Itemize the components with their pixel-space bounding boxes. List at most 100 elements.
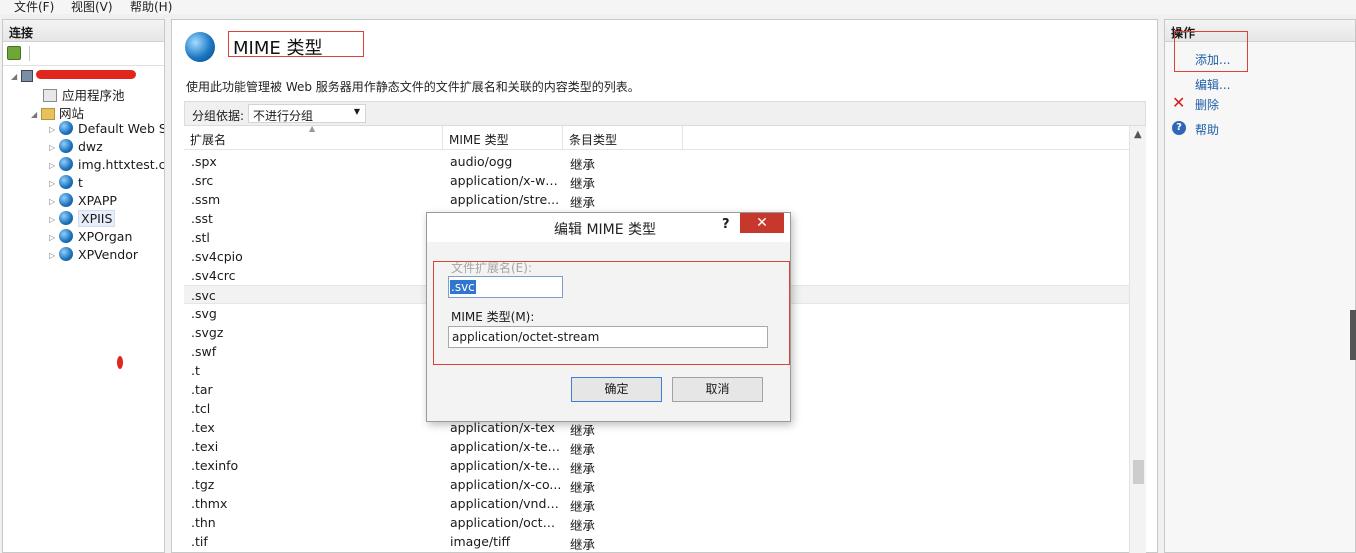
tree-item-site[interactable]: ▷ dwz: [49, 139, 103, 157]
group-by-value: 不进行分组: [253, 109, 314, 123]
menu-file[interactable]: 文件(F): [14, 0, 54, 15]
tree-item-site-selected[interactable]: ▷ XPIIS: [49, 210, 116, 229]
cell-entry-type: 继承: [570, 537, 596, 552]
site-label: Default Web S: [78, 121, 165, 136]
dialog-titlebar[interactable]: 编辑 MIME 类型 ? ✕: [427, 213, 790, 242]
tree-item-site[interactable]: ▷ img.httxtest.co: [49, 157, 165, 175]
site-label: XPAPP: [78, 193, 117, 208]
tree-item-site[interactable]: ▷ XPVendor: [49, 247, 138, 265]
expand-icon[interactable]: ▷: [49, 251, 59, 260]
globe-icon: [59, 139, 73, 153]
group-by-select[interactable]: 不进行分组 ▼: [248, 104, 366, 123]
add-action-link[interactable]: 添加...: [1195, 51, 1230, 68]
globe-icon: [59, 229, 73, 243]
cell-mime-type: image/tiff: [450, 534, 511, 549]
expand-icon[interactable]: ▷: [49, 197, 59, 206]
mime-type-label: MIME 类型(M):: [451, 310, 535, 324]
column-header-extension[interactable]: 扩展名 ▲: [184, 126, 443, 150]
scrollbar-thumb[interactable]: [1133, 460, 1144, 484]
cell-extension: .t: [191, 363, 200, 378]
actions-panel: 操作 添加... 编辑... ✕ 删除 ? 帮助: [1164, 19, 1356, 553]
globe-icon: [59, 211, 73, 225]
up-level-icon[interactable]: [7, 46, 21, 60]
table-row[interactable]: .src application/x-wa... 继承: [184, 171, 1129, 191]
table-row[interactable]: .tgz application/x-co... 继承: [184, 475, 1129, 495]
site-label: XPOrgan: [78, 229, 133, 244]
ok-button[interactable]: 确定: [571, 377, 662, 402]
connections-header: 连接: [3, 20, 164, 42]
site-label: t: [78, 175, 83, 190]
site-label: img.httxtest.co: [78, 157, 165, 172]
tree-item-site[interactable]: ▷ XPOrgan: [49, 229, 132, 247]
table-row[interactable]: .texi application/x-tex... 继承: [184, 437, 1129, 457]
tree-item-site[interactable]: ▷ Default Web S: [49, 121, 165, 139]
expand-icon[interactable]: ▷: [49, 125, 59, 134]
app-pools-label: 应用程序池: [62, 88, 125, 103]
connections-panel: 连接 ◢ 应用程序池 ◢ 网站 ▷ Default Web S ▷ dwz ▷ img.…: [2, 19, 165, 553]
vertical-scrollbar[interactable]: ▲: [1129, 126, 1146, 553]
globe-icon: [59, 247, 73, 261]
tree-item-app-pools[interactable]: 应用程序池: [43, 85, 125, 103]
toolbar-separator: [29, 46, 30, 61]
mime-type-field[interactable]: application/octet-stream: [448, 326, 768, 348]
delete-action-link[interactable]: 删除: [1195, 96, 1219, 113]
tree-item-server[interactable]: ◢: [11, 68, 136, 86]
column-header-entry-type[interactable]: 条目类型: [563, 126, 683, 150]
connections-toolbar: [3, 42, 164, 66]
cell-extension: .thmx: [191, 496, 228, 511]
table-row[interactable]: .ssm application/stre... 继承: [184, 190, 1129, 210]
sort-ascending-icon: ▲: [309, 126, 316, 133]
tree-item-site[interactable]: ▷ t: [49, 175, 83, 193]
cancel-button[interactable]: 取消: [672, 377, 763, 402]
expand-icon[interactable]: ▷: [49, 179, 59, 188]
table-row[interactable]: .thmx application/vnd.... 继承: [184, 494, 1129, 514]
column-header-label: MIME 类型: [449, 133, 509, 147]
globe-icon: [59, 157, 73, 171]
group-by-bar: 分组依据: 不进行分组 ▼: [184, 101, 1146, 126]
globe-icon: [59, 193, 73, 207]
cell-mime-type: application/stre...: [450, 192, 560, 207]
cell-extension: .tgz: [191, 477, 215, 492]
expand-icon[interactable]: ▷: [49, 143, 59, 152]
menu-bar: 文件(F) 视图(V) 帮助(H): [0, 0, 1356, 14]
page-description: 使用此功能管理被 Web 服务器用作静态文件的文件扩展名和关联的内容类型的列表。: [186, 80, 640, 94]
column-header-label: 条目类型: [569, 133, 618, 147]
expand-icon[interactable]: ▷: [49, 161, 59, 170]
extension-field[interactable]: .svc: [448, 276, 563, 298]
table-row[interactable]: .tif image/tiff 继承: [184, 532, 1129, 552]
cell-mime-type: application/x-tex...: [450, 458, 562, 473]
globe-icon: [59, 121, 73, 135]
table-row[interactable]: .spx audio/ogg 继承: [184, 152, 1129, 172]
column-header-mime-type[interactable]: MIME 类型: [443, 126, 563, 150]
collapse-icon[interactable]: ◢: [31, 110, 41, 119]
dialog-close-button[interactable]: ✕: [740, 213, 784, 233]
cell-extension: .texi: [191, 439, 219, 454]
site-label: XPVendor: [78, 247, 139, 262]
dialog-help-button[interactable]: ?: [722, 217, 730, 232]
dropdown-arrow-icon: ▼: [353, 107, 360, 116]
expand-icon[interactable]: ▷: [49, 233, 59, 242]
tree-item-sites[interactable]: ◢ 网站: [31, 103, 84, 121]
extension-value: .svc: [450, 280, 476, 294]
edit-action-link[interactable]: 编辑...: [1195, 76, 1230, 93]
server-icon: [21, 70, 33, 82]
table-row[interactable]: .thn application/octe... 继承: [184, 513, 1129, 533]
group-by-label: 分组依据:: [192, 109, 245, 123]
sites-folder-icon: [41, 108, 55, 120]
help-icon: ?: [1172, 121, 1186, 135]
help-action-link[interactable]: 帮助: [1195, 121, 1219, 138]
menu-view[interactable]: 视图(V): [71, 0, 113, 15]
cell-mime-type: application/x-co...: [450, 477, 562, 492]
table-row[interactable]: .texinfo application/x-tex... 继承: [184, 456, 1129, 476]
cell-mime-type: application/vnd....: [450, 496, 562, 511]
collapse-icon[interactable]: ◢: [11, 72, 21, 81]
cell-extension: .stl: [191, 230, 210, 245]
cell-extension: .spx: [191, 154, 217, 169]
menu-help[interactable]: 帮助(H): [130, 0, 172, 15]
tree-item-site[interactable]: ▷ XPAPP: [49, 193, 117, 211]
expand-icon[interactable]: ▷: [49, 215, 59, 224]
cell-extension: .tar: [191, 382, 213, 397]
scroll-up-icon[interactable]: ▲: [1134, 129, 1142, 140]
cell-extension: .tex: [191, 420, 215, 435]
cell-mime-type: application/x-tex...: [450, 439, 562, 454]
